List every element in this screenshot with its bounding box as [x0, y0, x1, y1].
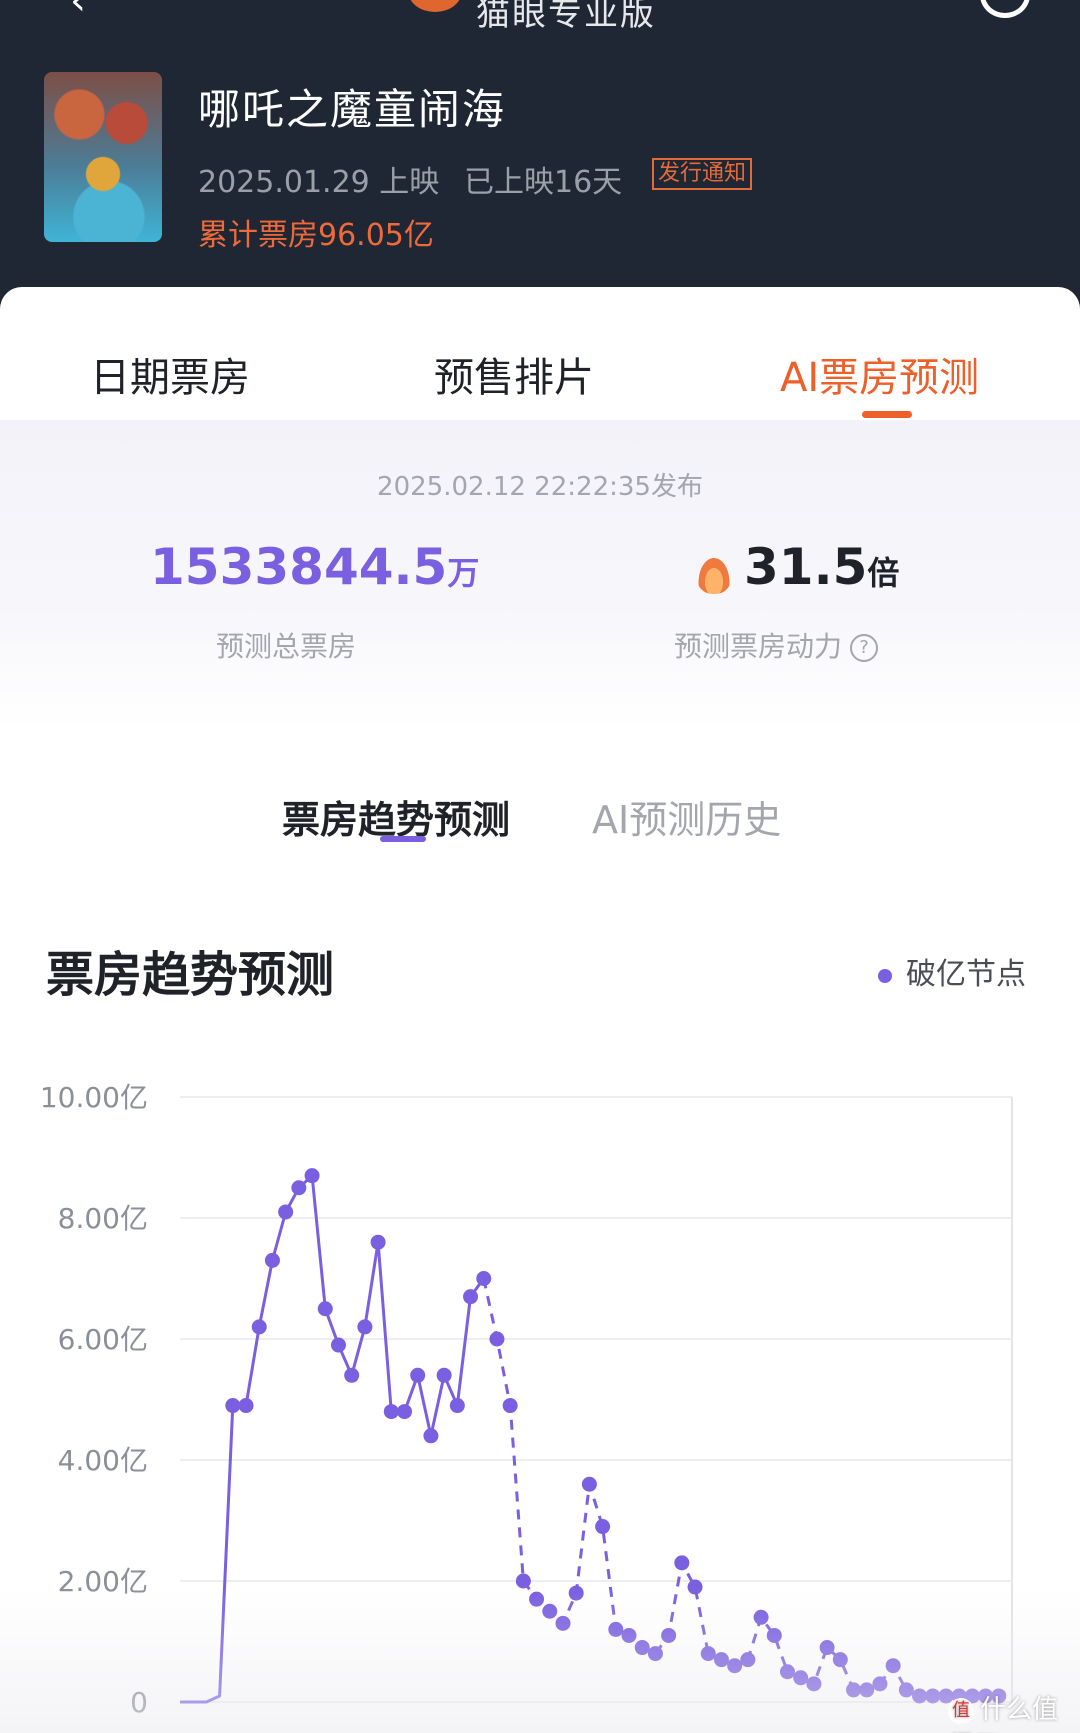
data-point [370, 1234, 386, 1250]
movie-header: ‹ 猫眼专业版 哪吒之魔童闹海 2025.01.29 上映 已上映16天 发行通… [0, 0, 1080, 300]
data-point [542, 1603, 558, 1619]
back-arrow-icon[interactable]: ‹ [70, 0, 86, 24]
trend-chart: 0 2.00亿 4.00亿 6.00亿 8.00亿 10.00亿 [40, 1081, 1013, 1719]
forecast-total-number: 1533844.5 [150, 538, 448, 596]
y-tick-label: 0 [130, 1686, 148, 1719]
data-point [529, 1591, 545, 1607]
forecast-power-value: 31.5倍 [744, 538, 899, 596]
data-point [502, 1398, 518, 1414]
data-point [595, 1519, 611, 1535]
legend-label: 破亿节点 [906, 957, 1026, 992]
tab-ai-forecast[interactable]: AI票房预测 [780, 345, 979, 403]
share-icon[interactable] [980, 0, 1030, 18]
data-point [806, 1676, 822, 1692]
data-point [304, 1168, 320, 1184]
tab-active-indicator [862, 411, 912, 418]
data-point [264, 1252, 280, 1268]
forecast-power-unit: 倍 [867, 554, 900, 592]
tab-presale-schedule[interactable]: 预售排片 [434, 345, 594, 403]
forecast-total-unit: 万 [447, 554, 480, 592]
days-shown: 已上映16天 [464, 165, 623, 200]
data-point [489, 1331, 505, 1347]
release-date: 2025.01.29 上映 [198, 165, 440, 200]
forecast-total-label: 预测总票房 [216, 630, 357, 663]
forecast-power-label-text: 预测票房动力 [674, 630, 843, 663]
data-point [859, 1682, 875, 1698]
data-point [819, 1640, 835, 1656]
data-point [687, 1579, 703, 1595]
y-tick-label: 6.00亿 [58, 1323, 148, 1356]
app-logo-icon [408, 0, 462, 12]
data-point [423, 1428, 439, 1444]
data-point [436, 1367, 452, 1383]
app-title: 猫眼专业版 [476, 0, 656, 34]
y-tick-label: 4.00亿 [58, 1444, 148, 1477]
tab-date-box-office[interactable]: 日期票房 [90, 345, 250, 403]
data-point [463, 1289, 479, 1305]
cumulative-box-office: 累计票房96.05亿 [198, 218, 434, 253]
data-point [449, 1398, 465, 1414]
data-point [251, 1319, 267, 1335]
forecast-total-value: 1533844.5万 [150, 538, 479, 596]
data-point [727, 1658, 743, 1674]
y-tick-label: 10.00亿 [40, 1081, 148, 1114]
watermark-icon: 值 [948, 1697, 974, 1724]
data-point [397, 1404, 413, 1420]
publish-time: 2025.02.12 22:22:35发布 [377, 472, 703, 502]
movie-title: 哪吒之魔童闹海 [198, 85, 507, 134]
data-point [912, 1688, 928, 1704]
y-tick-label: 8.00亿 [58, 1202, 148, 1235]
data-point [515, 1573, 531, 1589]
y-tick-label: 2.00亿 [58, 1565, 148, 1598]
legend-dot [878, 968, 892, 983]
data-point [793, 1670, 809, 1686]
data-point [357, 1319, 373, 1335]
forecast-summary: 2025.02.12 22:22:35发布 1533844.5万 预测总票房 3… [0, 420, 1080, 730]
data-point [225, 1398, 241, 1414]
data-point [317, 1301, 333, 1317]
data-point [740, 1652, 756, 1668]
data-point [846, 1682, 862, 1698]
data-point [581, 1476, 597, 1492]
data-point [885, 1658, 901, 1674]
subtab-ai-history[interactable]: AI预测历史 [592, 789, 781, 844]
data-point [608, 1621, 624, 1637]
data-point [661, 1627, 677, 1643]
help-icon[interactable]: ? [850, 634, 879, 662]
data-point [898, 1682, 914, 1698]
data-point [291, 1180, 307, 1196]
data-point [700, 1646, 716, 1662]
data-point [872, 1676, 888, 1692]
forecast-power-number: 31.5 [744, 538, 868, 596]
chart-title: 票房趋势预测 [46, 947, 335, 1003]
data-point [766, 1627, 782, 1643]
chart-legend[interactable]: 破亿节点 [878, 949, 1026, 993]
forecast-power-label: 预测票房动力? [674, 625, 879, 665]
data-point [634, 1640, 650, 1656]
data-point [713, 1652, 729, 1668]
data-point [410, 1367, 426, 1383]
data-point [753, 1609, 769, 1625]
release-notice-badge[interactable]: 发行通知 [652, 158, 753, 190]
data-point [621, 1627, 637, 1643]
data-point [555, 1615, 571, 1631]
forecast-series-line [482, 1278, 999, 1698]
data-point [674, 1555, 690, 1571]
watermark: 值什么值得买 [948, 1689, 1080, 1733]
data-point [779, 1664, 795, 1680]
content-card: 日期票房 预售排片 AI票房预测 2025.02.12 22:22:35发布 1… [0, 287, 1080, 1733]
data-point [832, 1652, 848, 1668]
data-point [647, 1646, 663, 1662]
movie-poster[interactable] [44, 72, 162, 242]
actual-series-line [180, 1174, 485, 1704]
data-point [238, 1398, 254, 1414]
data-point [383, 1404, 399, 1420]
subtab-active-indicator [380, 836, 426, 842]
data-point [568, 1585, 584, 1601]
data-point [925, 1688, 941, 1704]
data-point [330, 1337, 346, 1353]
flame-icon [696, 554, 732, 594]
data-point [344, 1367, 360, 1383]
data-point [278, 1204, 294, 1220]
